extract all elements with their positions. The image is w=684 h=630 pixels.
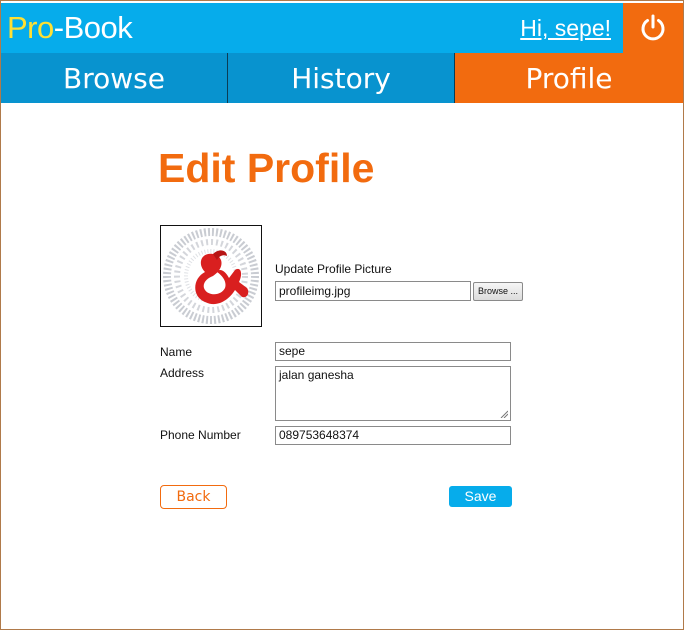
phone-label: Phone Number: [160, 428, 241, 442]
tab-browse[interactable]: Browse: [1, 53, 228, 103]
address-label: Address: [160, 366, 205, 380]
dragon-ampersand-image: [163, 228, 259, 324]
page-title: Edit Profile: [158, 145, 375, 191]
top-bar: Pro-Book Hi, sepe!: [1, 3, 683, 53]
resize-grip-icon[interactable]: [500, 410, 508, 418]
logo-book: -Book: [53, 10, 133, 45]
address-text: jalan ganesha: [279, 368, 354, 382]
logout-button[interactable]: [623, 3, 683, 53]
phone-input[interactable]: 089753648374: [275, 426, 511, 445]
name-input[interactable]: sepe: [275, 342, 511, 361]
name-label: Name: [160, 345, 193, 359]
browse-button[interactable]: Browse ...: [473, 282, 523, 301]
tab-history[interactable]: History: [228, 53, 455, 103]
save-button[interactable]: Save: [449, 486, 512, 507]
tab-profile[interactable]: Profile: [455, 53, 683, 103]
logo-pro: Pro: [7, 10, 54, 45]
file-path-input[interactable]: profileimg.jpg: [275, 281, 471, 301]
address-textarea[interactable]: jalan ganesha: [275, 366, 511, 421]
user-greeting[interactable]: Hi, sepe!: [520, 13, 611, 43]
main-nav: Browse History Profile: [1, 53, 683, 103]
app-logo[interactable]: Pro-Book: [7, 9, 133, 47]
update-picture-label: Update Profile Picture: [275, 262, 392, 276]
back-button[interactable]: Back: [160, 485, 227, 509]
profile-picture: [160, 225, 262, 327]
power-icon: [641, 14, 665, 41]
